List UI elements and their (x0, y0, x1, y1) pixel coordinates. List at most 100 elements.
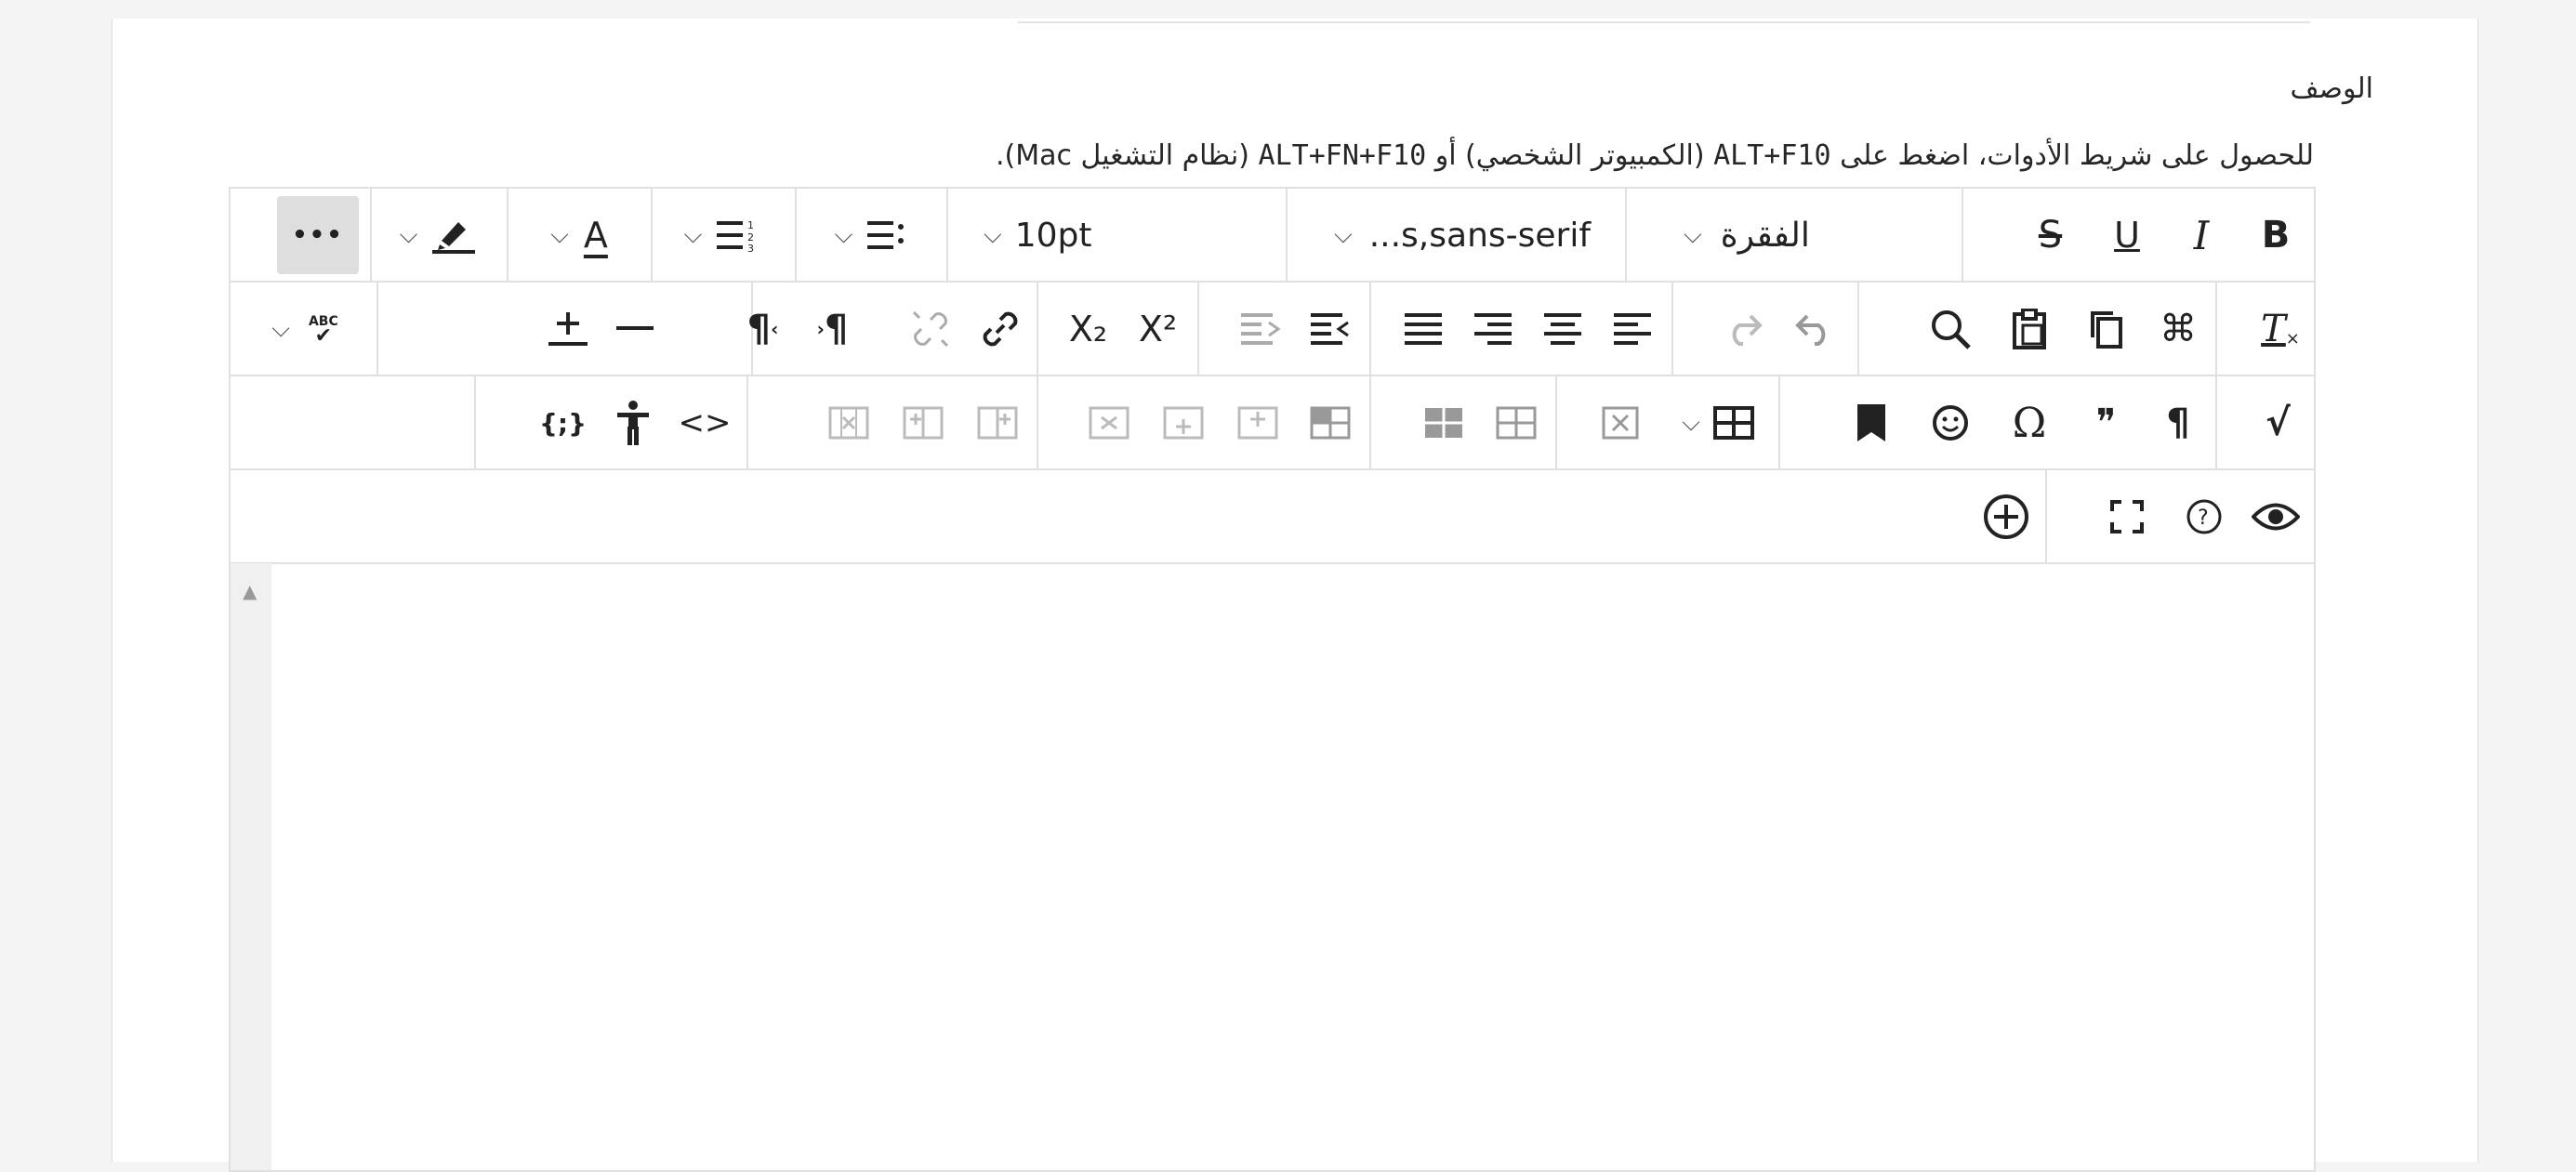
chevron-down-icon: ⌵ (683, 220, 703, 249)
italic-label: I (2193, 212, 2210, 258)
ltr-button[interactable]: › ¶ (798, 290, 867, 368)
scroll-up-arrow-icon[interactable]: ▲ (243, 580, 257, 602)
text-color-icon: A (583, 215, 608, 256)
font-size-dropdown[interactable]: ⌵ 10pt (956, 196, 1281, 274)
strikethrough-button[interactable]: S (2011, 196, 2090, 274)
separator (1555, 376, 1557, 469)
cut-button[interactable]: ⌘ (2146, 290, 2211, 368)
paragraph-marks-button[interactable]: ¶ (2146, 384, 2211, 462)
eye-icon (2252, 503, 2300, 531)
separator (2215, 283, 2217, 375)
text-color-button[interactable]: ⌵ A (509, 196, 649, 274)
insert-row-after-button[interactable] (1146, 384, 1221, 462)
add-content-button[interactable] (1969, 478, 2043, 556)
more-options-button[interactable]: ••• (277, 196, 359, 274)
fullscreen-button[interactable] (2090, 478, 2164, 556)
rtl-icon: ¶ (746, 308, 772, 350)
italic-button[interactable]: I (2164, 196, 2239, 274)
math-button[interactable]: √ (2243, 384, 2313, 462)
separator (1671, 283, 1673, 375)
separator (1778, 376, 1780, 469)
chevron-down-icon: ⌵ (271, 314, 290, 343)
font-size-value: 10pt (1014, 216, 1092, 255)
insert-col-before-button[interactable] (960, 384, 1035, 462)
spellcheck-check: ✔ (314, 324, 333, 348)
table-row-props-button[interactable] (1407, 384, 1481, 462)
rich-text-editor: B I U S ⌵ الفقرة ⌵ ...s,sans-serif ⌵ 10p… (229, 187, 2316, 1172)
bullet-list-icon (867, 221, 905, 249)
table-button[interactable]: ⌵ (1662, 384, 1774, 462)
align-left-button[interactable] (1597, 290, 1667, 368)
scrollbar[interactable]: ▲ (231, 563, 271, 1170)
numbered-list-button[interactable]: ⌵ 123 (649, 196, 793, 274)
anchor-button[interactable] (1834, 384, 1909, 462)
separator (1286, 189, 1288, 282)
table-cell-props-button[interactable] (1481, 384, 1551, 462)
find-replace-button[interactable] (1913, 290, 1988, 368)
toolbar-row-1: B I U S ⌵ الفقرة ⌵ ...s,sans-serif ⌵ 10p… (231, 189, 2314, 283)
block-format-dropdown[interactable]: ⌵ الفقرة (1658, 196, 1955, 274)
separator (376, 283, 378, 375)
align-right-button[interactable] (1458, 290, 1527, 368)
insert-content-button[interactable] (533, 290, 602, 368)
spellcheck-button[interactable]: ⌵ ABC ✔ (240, 290, 370, 368)
outdent-icon (1310, 313, 1349, 345)
preview-button[interactable] (2239, 478, 2313, 556)
spellcheck-icon: ABC ✔ (309, 314, 338, 348)
subscript-button[interactable]: X₂ (1053, 290, 1123, 368)
toolbar-row-3: √ ¶ ❞ Ω ⌵ <> {;} (231, 376, 2314, 470)
highlight-color-button[interactable]: ⌵ (370, 196, 505, 274)
help-button[interactable]: ? (2169, 478, 2239, 556)
align-center-button[interactable] (1527, 290, 1597, 368)
special-character-button[interactable]: Ω (1992, 384, 2067, 462)
underline-label: U (2114, 215, 2140, 256)
delete-col-button[interactable] (812, 384, 886, 462)
fullscreen-icon (2110, 500, 2144, 533)
undo-button[interactable] (1778, 290, 1848, 368)
code-icon: <> (678, 404, 732, 441)
delete-row-button[interactable] (1072, 384, 1146, 462)
bullet-list-button[interactable]: ⌵ (798, 196, 942, 274)
outdent-button[interactable] (1295, 290, 1365, 368)
clear-formatting-button[interactable]: T × (2248, 290, 2313, 368)
svg-text:1: 1 (747, 219, 754, 231)
plus-circle-icon (1984, 494, 2028, 539)
align-center-icon (1543, 313, 1581, 345)
chevron-down-icon: ⌵ (984, 220, 1002, 249)
insert-link-button[interactable] (965, 290, 1035, 368)
horizontal-line-button[interactable] (602, 290, 667, 368)
accessibility-checker-button[interactable] (598, 384, 667, 462)
more-icon: ••• (292, 221, 344, 249)
paste-button[interactable] (1992, 290, 2067, 368)
insert-col-after-button[interactable] (886, 384, 960, 462)
chevron-down-icon: ⌵ (1682, 408, 1700, 437)
indent-button[interactable] (1225, 290, 1295, 368)
bold-button[interactable]: B (2239, 196, 2313, 274)
chevron-down-icon: ⌵ (550, 220, 569, 249)
table-split-button[interactable] (1295, 384, 1365, 462)
blockquote-button[interactable]: ❞ (2071, 384, 2141, 462)
unlink-button[interactable] (895, 290, 965, 368)
code-sample-button[interactable]: {;} (528, 384, 598, 462)
copy-button[interactable] (2071, 290, 2141, 368)
hint-key-pc: ALT+F10 (1713, 139, 1831, 172)
table-insert-col-after-icon (903, 406, 944, 440)
superscript-button[interactable]: X² (1123, 290, 1193, 368)
justify-button[interactable] (1388, 290, 1458, 368)
separator (370, 189, 372, 282)
redo-button[interactable] (1709, 290, 1778, 368)
emoticons-button[interactable] (1913, 384, 1988, 462)
rtl-button[interactable]: ¶ ‹ (728, 290, 798, 368)
separator (746, 376, 748, 469)
editor-content-area[interactable]: ▲ (231, 563, 2314, 1170)
font-family-dropdown[interactable]: ⌵ ...s,sans-serif (1304, 196, 1620, 274)
insert-row-before-button[interactable] (1221, 384, 1295, 462)
rtl-arrow: ‹ (771, 318, 779, 340)
delete-table-button[interactable] (1583, 384, 1658, 462)
underline-button[interactable]: U (2090, 196, 2164, 274)
clear-format-icon: T (2261, 308, 2286, 350)
separator (651, 189, 653, 282)
clipboard-icon (2013, 309, 2046, 349)
source-code-button[interactable]: <> (667, 384, 742, 462)
chevron-down-icon: ⌵ (399, 220, 418, 249)
